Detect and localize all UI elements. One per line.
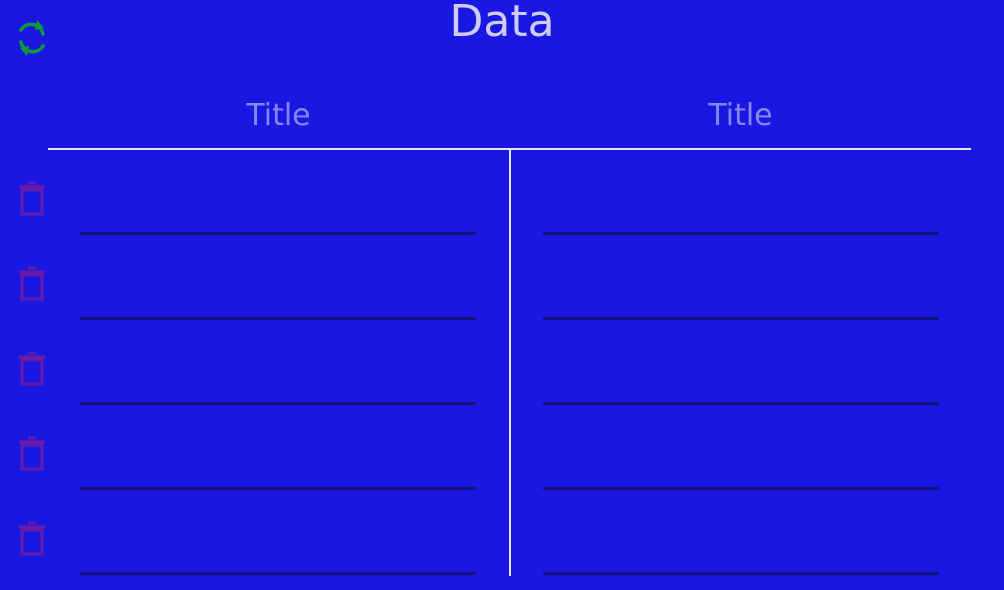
row-right-field[interactable] <box>543 351 939 405</box>
page: Data Title Title <box>0 0 1004 590</box>
row-right-field[interactable] <box>543 266 939 320</box>
table-row <box>0 405 1004 490</box>
table-row <box>0 320 1004 405</box>
row-right-field[interactable] <box>543 436 939 490</box>
table-row <box>0 150 1004 235</box>
trash-icon[interactable] <box>17 264 47 302</box>
column-header-right: Title <box>708 98 773 133</box>
trash-icon[interactable] <box>17 179 47 217</box>
page-title: Data <box>449 0 555 47</box>
row-left-field[interactable] <box>80 266 476 320</box>
column-header-left: Title <box>246 98 311 133</box>
row-right-field[interactable] <box>543 521 939 575</box>
trash-icon[interactable] <box>17 519 47 557</box>
row-left-field[interactable] <box>80 181 476 235</box>
trash-icon[interactable] <box>17 434 47 472</box>
row-right-field[interactable] <box>543 181 939 235</box>
table-row <box>0 490 1004 575</box>
row-left-field[interactable] <box>80 521 476 575</box>
table-row <box>0 235 1004 320</box>
row-left-field[interactable] <box>80 436 476 490</box>
trash-icon[interactable] <box>17 349 47 387</box>
row-left-field[interactable] <box>80 351 476 405</box>
